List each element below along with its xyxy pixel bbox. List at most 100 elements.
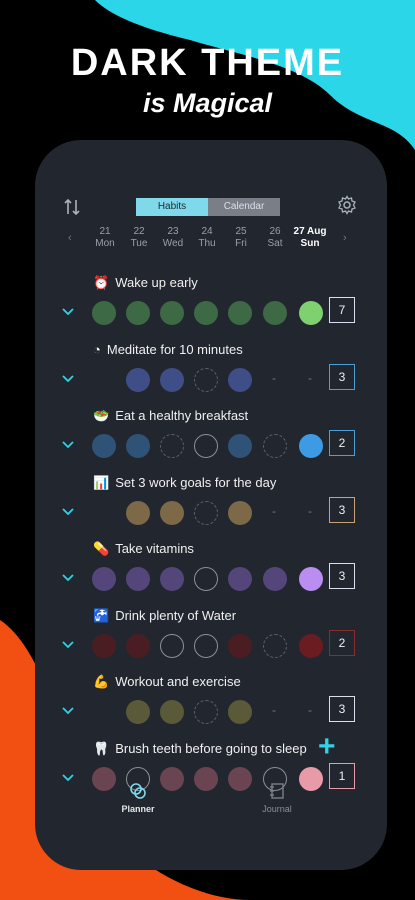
habit-row[interactable]: 🥗 Eat a healthy breakfast 2 (35, 408, 387, 474)
day-number: 26 (269, 226, 281, 237)
day-3[interactable]: 24 Thu (190, 226, 224, 250)
habit-day-checkmark[interactable] (228, 301, 252, 325)
habit-day-checkmark[interactable] (126, 567, 150, 591)
habit-title-text: Drink plenty of Water (115, 607, 237, 623)
habit-day-checkmark[interactable] (92, 434, 116, 458)
habit-day-checkmark[interactable] (228, 434, 252, 458)
habit-day-checkmark[interactable] (126, 633, 150, 658)
tab-habits[interactable]: Habits (136, 198, 208, 216)
sort-icon[interactable] (63, 198, 81, 216)
habit-count-badge: 3 (329, 563, 355, 589)
habit-day-checkmark[interactable] (263, 567, 287, 591)
habit-day-checkmark[interactable] (194, 567, 218, 591)
habit-day-checkmark[interactable] (92, 633, 116, 658)
day-number: 22 (133, 226, 145, 237)
expand-chevron-down-icon[interactable] (61, 438, 75, 452)
habit-day-checkmark[interactable] (263, 501, 287, 525)
habit-title[interactable]: 🚰 Drink plenty of Water (93, 608, 236, 624)
habit-title-text: Set 3 work goals for the day (115, 474, 277, 490)
habit-day-checkmark[interactable] (228, 700, 252, 724)
habit-day-checkmark[interactable] (126, 301, 150, 325)
habit-day-checkmark[interactable] (160, 367, 184, 392)
day-6[interactable]: 27 Aug Sun (292, 226, 328, 250)
nav-journal-label: Journal (262, 804, 292, 814)
gear-icon[interactable] (337, 195, 357, 215)
habit-day-checkmark[interactable] (160, 633, 184, 658)
habit-day-checkmark[interactable] (160, 301, 184, 325)
day-4[interactable]: 25 Fri (224, 226, 258, 250)
day-name: Thu (198, 238, 216, 249)
habit-count-badge: 7 (329, 297, 355, 323)
habit-title[interactable]: 💪 Workout and exercise (93, 674, 241, 690)
habit-title[interactable]: ◔ Meditate for 10 minutes (93, 342, 243, 357)
tab-calendar[interactable]: Calendar (208, 198, 280, 216)
habit-title-text: Wake up early (115, 275, 198, 290)
habit-day-checkmark[interactable] (228, 567, 252, 591)
day-1[interactable]: 22 Tue (122, 226, 156, 250)
expand-chevron-down-icon[interactable] (61, 638, 75, 652)
habit-day-checkmark[interactable] (228, 500, 252, 525)
habit-day-checkmark[interactable] (194, 700, 218, 724)
add-habit-plus-icon[interactable]: + (318, 730, 336, 764)
habit-day-checkmark[interactable] (194, 434, 218, 458)
habit-day-checkmark[interactable] (299, 633, 323, 658)
habit-day-checkmark[interactable] (126, 434, 150, 458)
habit-emoji-icon: 🦷 (93, 740, 110, 756)
habit-day-checkmark[interactable] (92, 301, 116, 325)
next-week-chevron-icon[interactable]: › (343, 232, 347, 244)
habit-title[interactable]: 🥗 Eat a healthy breakfast (93, 408, 248, 424)
habit-day-checkmark[interactable] (194, 500, 218, 525)
habit-day-checkmark[interactable] (194, 367, 218, 392)
habit-day-checkmark[interactable] (228, 367, 252, 392)
day-5[interactable]: 26 Sat (258, 226, 292, 250)
habit-day-checkmark[interactable] (299, 700, 323, 724)
habit-row[interactable]: 🚰 Drink plenty of Water 2 (35, 608, 387, 674)
habit-day-checkmark[interactable] (160, 700, 184, 724)
habit-row[interactable]: 📊 Set 3 work goals for the day 3 (35, 475, 387, 541)
habit-day-checkmark[interactable] (263, 301, 287, 325)
planner-icon (130, 783, 146, 799)
habit-row[interactable]: 💊 Take vitamins 3 (35, 541, 387, 607)
habit-day-checkmark[interactable] (160, 500, 184, 525)
habit-day-checkmark[interactable] (263, 700, 287, 724)
habit-title[interactable]: 💊 Take vitamins (93, 541, 194, 557)
habit-title[interactable]: ⏰ Wake up early (93, 275, 198, 291)
habit-title[interactable]: 📊 Set 3 work goals for the day (93, 475, 276, 491)
habit-day-checkmark[interactable] (299, 368, 323, 392)
expand-chevron-down-icon[interactable] (61, 571, 75, 585)
expand-chevron-down-icon[interactable] (61, 505, 75, 519)
habit-title-text: Eat a healthy breakfast (115, 408, 249, 423)
expand-chevron-down-icon[interactable] (61, 305, 75, 319)
habit-day-checkmark[interactable] (92, 567, 116, 591)
habit-day-checkmark[interactable] (194, 633, 218, 658)
prev-week-chevron-icon[interactable]: ‹ (68, 232, 72, 244)
habit-day-checkmark[interactable] (299, 301, 323, 325)
day-0[interactable]: 21 Mon (88, 226, 122, 250)
habit-day-checkmark[interactable] (126, 367, 150, 392)
habit-day-checkmark[interactable] (263, 434, 287, 458)
day-2[interactable]: 23 Wed (156, 226, 190, 250)
habit-day-checkmark[interactable] (160, 434, 184, 458)
habit-title[interactable]: 🦷 Brush teeth before going to sleep (93, 741, 307, 757)
habit-day-checkmark[interactable] (126, 500, 150, 525)
expand-chevron-down-icon[interactable] (61, 372, 75, 386)
promo-subtitle: is Magical (142, 88, 273, 118)
day-strip: ‹ › 21 Mon 22 Tue 23 Wed 24 Thu 25 Fri 26 Sat 27 Aug… (35, 226, 387, 254)
phone-screen: Habits Calendar ‹ › 21 Mon 22 Tue 23 Wed 24 Thu… (35, 140, 387, 870)
habit-day-checkmark[interactable] (126, 700, 150, 724)
habit-row[interactable]: ⏰ Wake up early 7 (35, 275, 387, 341)
habit-day-checkmark[interactable] (299, 434, 323, 458)
habit-day-checkmark[interactable] (263, 368, 287, 392)
habit-day-checkmark[interactable] (228, 633, 252, 658)
expand-chevron-down-icon[interactable] (61, 704, 75, 718)
habit-emoji-icon: 🚰 (93, 607, 110, 623)
habit-row[interactable]: ◔ Meditate for 10 minutes 3 (35, 342, 387, 408)
habit-day-checkmark[interactable] (299, 567, 323, 591)
habit-day-checkmark[interactable] (194, 301, 218, 325)
day-number: 27 Aug (293, 226, 327, 237)
habit-day-checkmark[interactable] (299, 501, 323, 525)
nav-planner-label: Planner (121, 804, 155, 814)
habit-day-checkmark[interactable] (263, 633, 287, 658)
habit-day-checkmark[interactable] (160, 567, 184, 591)
habit-title-text: Brush teeth before going to sleep (115, 740, 307, 756)
